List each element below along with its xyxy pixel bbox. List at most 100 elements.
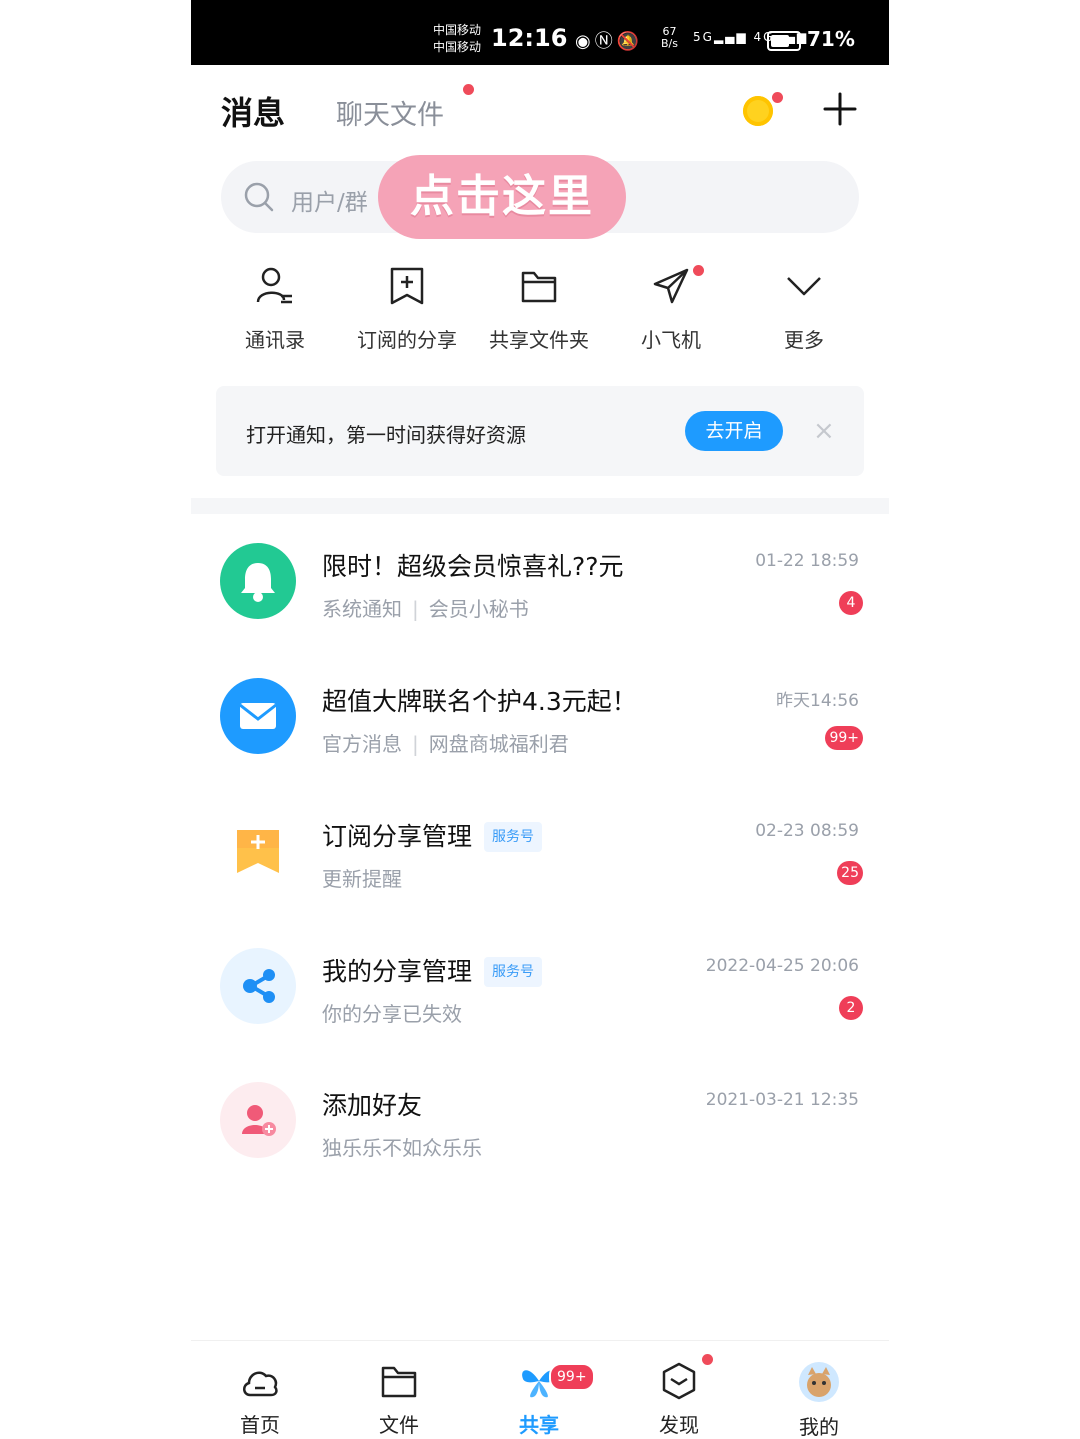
message-subtitle: 你的分享已失效 xyxy=(322,1002,462,1026)
close-icon[interactable]: × xyxy=(813,416,835,446)
nav-home[interactable]: 首页 xyxy=(210,1361,310,1438)
message-time: 昨天14:56 xyxy=(776,691,859,711)
net-speed-unit: B/s xyxy=(661,37,678,50)
bookmark-plus-icon xyxy=(220,813,296,889)
nav-label: 共享 xyxy=(519,1413,559,1437)
nav-discover[interactable]: 发现 xyxy=(629,1361,729,1438)
tab-chat-files[interactable]: 聊天文件 xyxy=(336,93,444,132)
nav-label: 文件 xyxy=(379,1413,419,1437)
mail-icon xyxy=(220,678,296,754)
service-account-tag: 服务号 xyxy=(484,957,543,987)
quick-action-label: 共享文件夹 xyxy=(489,328,589,352)
discover-box-icon xyxy=(662,1362,696,1400)
nav-label: 首页 xyxy=(240,1413,280,1437)
quick-action-contacts[interactable]: 通讯录 xyxy=(215,266,335,353)
message-time: 2021-03-21 12:35 xyxy=(705,1090,859,1110)
share-icon xyxy=(220,948,296,1024)
paper-plane-icon xyxy=(653,268,689,304)
message-subtitle: 系统通知 | 会员小秘书 xyxy=(322,593,529,622)
message-title-text: 订阅分享管理 xyxy=(322,822,473,851)
message-item[interactable]: 限时！超级会员惊喜礼??元 系统通知 | 会员小秘书 01-22 18:59 4 xyxy=(191,543,889,663)
unread-badge: 25 xyxy=(837,861,863,885)
nfc-icon: Ⓝ xyxy=(594,31,617,52)
message-item[interactable]: 我的分享管理 服务号 你的分享已失效 2022-04-25 20:06 2 xyxy=(191,948,889,1068)
message-sender: 会员小秘书 xyxy=(428,597,529,621)
message-item[interactable]: 超值大牌联名个护4.3元起！ 官方消息 | 网盘商城福利君 昨天14:56 99+ xyxy=(191,678,889,798)
message-time: 2022-04-25 20:06 xyxy=(705,956,859,976)
message-item[interactable]: 添加好友 独乐乐不如众乐乐 2021-03-21 12:35 xyxy=(191,1082,889,1202)
nav-label: 发现 xyxy=(659,1413,699,1437)
add-friend-icon xyxy=(220,1082,296,1158)
signal-bars-icon: ▂▄▆ xyxy=(713,30,748,44)
carrier-1: 中国移动 xyxy=(433,23,482,37)
tab-messages[interactable]: 消息 xyxy=(221,88,285,134)
subscribe-share-icon xyxy=(390,267,424,305)
quick-action-subscribed-shares[interactable]: 订阅的分享 xyxy=(347,266,467,353)
unread-badge: 99+ xyxy=(825,726,863,750)
bell-icon xyxy=(220,543,296,619)
message-time: 01-22 18:59 xyxy=(755,551,859,571)
message-title: 超值大牌联名个护4.3元起！ xyxy=(322,687,637,716)
nav-files[interactable]: 文件 xyxy=(349,1361,449,1438)
message-title: 添加好友 xyxy=(322,1091,423,1120)
service-account-tag: 服务号 xyxy=(484,822,543,852)
tab-chat-files-dot xyxy=(463,84,474,95)
message-sender: 网盘商城福利君 xyxy=(428,732,569,756)
plus-icon[interactable] xyxy=(823,92,857,126)
coin-icon[interactable] xyxy=(743,96,773,126)
battery-icon xyxy=(767,31,801,51)
message-title-text: 我的分享管理 xyxy=(322,957,473,986)
message-category: 官方消息 xyxy=(322,732,402,756)
battery-fill xyxy=(771,35,790,47)
quick-action-shared-folder[interactable]: 共享文件夹 xyxy=(479,266,599,353)
clock: 12:16 xyxy=(491,24,568,52)
search-icon xyxy=(244,182,274,212)
profile-avatar-icon xyxy=(799,1362,839,1402)
paper-plane-dot xyxy=(693,265,704,276)
separator: | xyxy=(412,597,419,621)
notification-banner-text: 打开通知，第一时间获得好资源 xyxy=(246,423,526,447)
unread-badge: 4 xyxy=(839,591,863,615)
nav-label: 我的 xyxy=(799,1415,839,1439)
nav-share-badge: 99+ xyxy=(549,1363,595,1391)
app-screen: 中国移动 中国移动 12:16 ◉Ⓝ🔕 67 B/s 5G▂▄▆ 4G▂▄▆ 7… xyxy=(191,0,889,1439)
notification-banner: 打开通知，第一时间获得好资源 去开启 × xyxy=(216,386,864,476)
unread-badge: 2 xyxy=(839,996,863,1020)
status-icons: ◉Ⓝ🔕 xyxy=(575,27,643,53)
section-divider xyxy=(191,498,889,514)
separator: | xyxy=(412,732,419,756)
message-category: 系统通知 xyxy=(322,597,402,621)
nav-profile[interactable]: 我的 xyxy=(769,1361,869,1439)
click-here-overlay: 点击这里 xyxy=(378,155,626,239)
message-subtitle: 更新提醒 xyxy=(322,867,402,891)
quick-action-label: 更多 xyxy=(784,328,824,352)
shared-folder-icon xyxy=(521,271,557,303)
status-bar: 中国移动 中国移动 12:16 ◉Ⓝ🔕 67 B/s 5G▂▄▆ 4G▂▄▆ 7… xyxy=(191,0,889,65)
message-item[interactable]: 订阅分享管理 服务号 更新提醒 02-23 08:59 25 xyxy=(191,813,889,933)
quick-action-label: 订阅的分享 xyxy=(357,328,457,352)
quick-action-paper-plane[interactable]: 小飞机 xyxy=(611,266,731,353)
carrier-2: 中国移动 xyxy=(433,40,482,54)
folder-icon xyxy=(381,1366,417,1398)
message-title: 订阅分享管理 服务号 xyxy=(322,817,543,853)
message-title: 我的分享管理 服务号 xyxy=(322,952,543,988)
quick-action-label: 小飞机 xyxy=(641,328,701,352)
search-placeholder: 用户/群 xyxy=(291,190,368,216)
chevron-down-icon xyxy=(787,277,821,296)
quick-action-label: 通讯录 xyxy=(245,328,305,352)
nav-share[interactable]: 共享 99+ xyxy=(489,1361,595,1438)
enable-notification-button[interactable]: 去开启 xyxy=(685,411,783,451)
carrier-names: 中国移动 中国移动 xyxy=(433,22,481,56)
coin-dot xyxy=(772,92,783,103)
eye-icon: ◉ xyxy=(575,31,595,52)
contacts-icon xyxy=(256,267,292,304)
signal-5g-label: 5G xyxy=(693,30,714,44)
message-title: 限时！超级会员惊喜礼??元 xyxy=(322,552,624,581)
message-subtitle: 官方消息 | 网盘商城福利君 xyxy=(322,728,569,757)
message-subtitle: 独乐乐不如众乐乐 xyxy=(322,1136,482,1160)
net-speed: 67 B/s xyxy=(661,26,678,50)
nav-discover-dot xyxy=(702,1354,713,1365)
quick-action-more[interactable]: 更多 xyxy=(744,266,864,353)
message-time: 02-23 08:59 xyxy=(755,821,859,841)
bottom-nav: 首页 文件 共享 99+ 发现 我的 xyxy=(191,1340,889,1439)
